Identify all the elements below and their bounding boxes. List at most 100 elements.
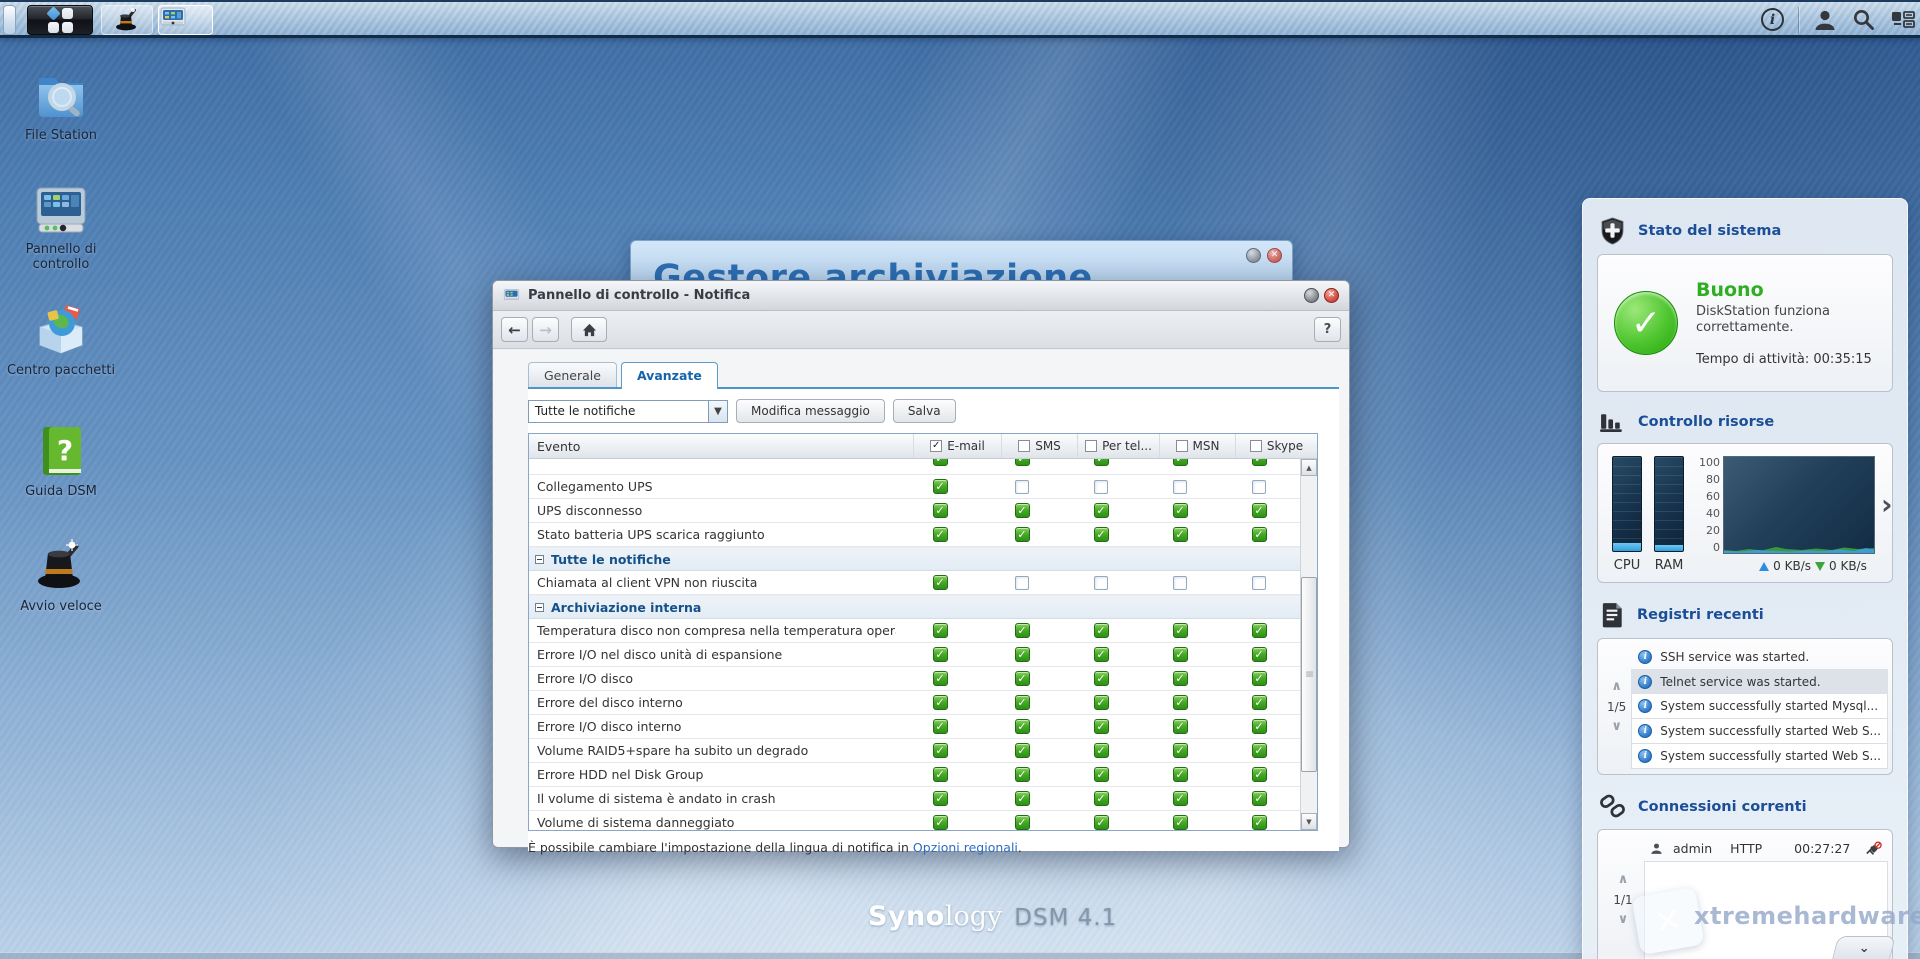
checkbox-checked[interactable]: ✓ <box>1173 767 1188 782</box>
checkbox-checked[interactable]: ✓ <box>933 671 948 686</box>
channel-column-header[interactable]: MSN <box>1159 434 1235 458</box>
log-item[interactable]: iSystem successfully started Web S... <box>1631 744 1888 769</box>
forward-button[interactable]: → <box>532 317 559 342</box>
scroll-up-icon[interactable]: ▲ <box>1301 459 1317 476</box>
checkbox-checked[interactable]: ✓ <box>1252 671 1267 686</box>
expand-chevron-icon[interactable]: › <box>1881 488 1893 554</box>
checkbox-unchecked[interactable] <box>1173 576 1187 590</box>
checkbox-checked[interactable]: ✓ <box>1094 623 1109 638</box>
checkbox-checked[interactable]: ✓ <box>933 695 948 710</box>
channel-column-header[interactable]: Per tel... <box>1077 434 1159 458</box>
checkbox-checked[interactable]: ✓ <box>1252 815 1267 830</box>
channel-column-header[interactable]: Skype <box>1235 434 1317 458</box>
checkbox-checked[interactable]: ✓ <box>1015 503 1030 518</box>
show-desktop-button[interactable] <box>3 5 16 35</box>
panel-collapse-button[interactable]: ⌄ <box>1832 936 1896 959</box>
checkbox-unchecked[interactable] <box>1094 576 1108 590</box>
checkbox-checked[interactable]: ✓ <box>1015 743 1030 758</box>
checkbox-checked[interactable]: ✓ <box>1252 527 1267 542</box>
checkbox-checked[interactable]: ✓ <box>1094 815 1109 830</box>
checkbox-checked[interactable]: ✓ <box>933 767 948 782</box>
checkbox-checked[interactable]: ✓ <box>1094 503 1109 518</box>
checkbox-unchecked[interactable] <box>1252 576 1266 590</box>
checkbox-unchecked[interactable] <box>1015 480 1029 494</box>
checkbox-checked[interactable]: ✓ <box>1252 459 1267 466</box>
pilot-view-icon[interactable] <box>1890 8 1916 32</box>
help-button[interactable]: ? <box>1314 317 1341 342</box>
header-checkbox-checked[interactable]: ✓ <box>930 440 942 452</box>
checkbox-checked[interactable]: ✓ <box>1015 695 1030 710</box>
checkbox-checked[interactable]: ✓ <box>1173 623 1188 638</box>
checkbox-checked[interactable]: ✓ <box>1094 743 1109 758</box>
channel-column-header[interactable]: SMS <box>1001 434 1077 458</box>
notification-filter-select[interactable]: Tutte le notifiche ▼ <box>528 400 728 423</box>
close-icon[interactable]: ✕ <box>1324 288 1339 303</box>
checkbox-checked[interactable]: ✓ <box>1015 815 1030 830</box>
desktop-icon-dsm-help[interactable]: ? Guida DSM <box>0 416 122 499</box>
log-item[interactable]: iSystem successfully started Mysql... <box>1631 694 1888 719</box>
connection-row[interactable]: admin HTTP 00:27:27 <box>1644 835 1888 861</box>
checkbox-checked[interactable]: ✓ <box>1173 791 1188 806</box>
checkbox-unchecked[interactable] <box>1173 480 1187 494</box>
checkbox-checked[interactable]: ✓ <box>933 647 948 662</box>
search-icon[interactable] <box>1851 7 1876 32</box>
checkbox-checked[interactable]: ✓ <box>1173 743 1188 758</box>
checkbox-checked[interactable]: ✓ <box>1094 719 1109 734</box>
checkbox-checked[interactable]: ✓ <box>933 503 948 518</box>
group-row[interactable]: Tutte le notifiche <box>529 547 1300 571</box>
quick-launch-taskbar-button[interactable] <box>101 5 153 35</box>
edit-message-button[interactable]: Modifica messaggio <box>736 399 885 423</box>
user-icon[interactable] <box>1813 8 1837 32</box>
checkbox-checked[interactable]: ✓ <box>1173 671 1188 686</box>
checkbox-checked[interactable]: ✓ <box>933 527 948 542</box>
checkbox-checked[interactable]: ✓ <box>1015 623 1030 638</box>
home-button[interactable] <box>571 317 607 342</box>
checkbox-checked[interactable]: ✓ <box>1252 743 1267 758</box>
desktop-icon-control-panel[interactable]: Pannello di controllo <box>0 174 122 272</box>
checkbox-checked[interactable]: ✓ <box>1015 671 1030 686</box>
collapse-icon[interactable] <box>535 603 544 612</box>
checkbox-checked[interactable]: ✓ <box>1252 791 1267 806</box>
header-checkbox[interactable] <box>1018 440 1030 452</box>
scrollbar-thumb[interactable] <box>1301 577 1317 772</box>
header-checkbox[interactable] <box>1250 440 1262 452</box>
checkbox-checked[interactable]: ✓ <box>1252 647 1267 662</box>
checkbox-checked[interactable]: ✓ <box>1094 695 1109 710</box>
checkbox-checked[interactable]: ✓ <box>1094 527 1109 542</box>
checkbox-checked[interactable]: ✓ <box>1252 695 1267 710</box>
storage-manager-window[interactable]: Gestore archiviazione ✕ <box>630 240 1293 284</box>
save-button[interactable]: Salva <box>893 399 956 423</box>
checkbox-checked[interactable]: ✓ <box>1173 695 1188 710</box>
minimize-button[interactable] <box>1304 288 1319 303</box>
checkbox-checked[interactable]: ✓ <box>933 575 948 590</box>
checkbox-unchecked[interactable] <box>1094 480 1108 494</box>
checkbox-checked[interactable]: ✓ <box>1173 647 1188 662</box>
checkbox-checked[interactable]: ✓ <box>1094 459 1109 466</box>
log-item[interactable]: iSystem successfully started Web S... <box>1631 719 1888 744</box>
checkbox-checked[interactable]: ✓ <box>1015 767 1030 782</box>
pager-up-icon[interactable]: ∧ <box>1611 683 1622 691</box>
tab-avanzate[interactable]: Avanzate <box>621 362 718 389</box>
checkbox-checked[interactable]: ✓ <box>1094 767 1109 782</box>
checkbox-checked[interactable]: ✓ <box>933 459 948 466</box>
close-icon[interactable]: ✕ <box>1267 248 1282 263</box>
checkbox-checked[interactable]: ✓ <box>1015 719 1030 734</box>
checkbox-checked[interactable]: ✓ <box>1015 791 1030 806</box>
table-scrollbar[interactable]: ▲ ▼ <box>1300 459 1317 830</box>
control-panel-taskbar-button[interactable] <box>158 5 213 35</box>
checkbox-checked[interactable]: ✓ <box>1094 647 1109 662</box>
checkbox-checked[interactable]: ✓ <box>1015 647 1030 662</box>
checkbox-checked[interactable]: ✓ <box>1173 815 1188 830</box>
event-column-header[interactable]: Evento <box>529 439 913 454</box>
group-row[interactable]: Archiviazione interna <box>529 595 1300 619</box>
disconnect-icon[interactable] <box>1865 841 1882 856</box>
checkbox-checked[interactable]: ✓ <box>1094 791 1109 806</box>
checkbox-checked[interactable]: ✓ <box>1252 623 1267 638</box>
desktop-icon-package-center[interactable]: Centro pacchetti <box>0 295 122 378</box>
pager-up-icon[interactable]: ∧ <box>1618 876 1629 884</box>
checkbox-checked[interactable]: ✓ <box>1015 459 1030 466</box>
pager-down-icon[interactable]: ∨ <box>1611 723 1622 731</box>
checkbox-checked[interactable]: ✓ <box>933 479 948 494</box>
checkbox-checked[interactable]: ✓ <box>933 743 948 758</box>
regional-options-link[interactable]: Opzioni regionali <box>913 840 1018 855</box>
